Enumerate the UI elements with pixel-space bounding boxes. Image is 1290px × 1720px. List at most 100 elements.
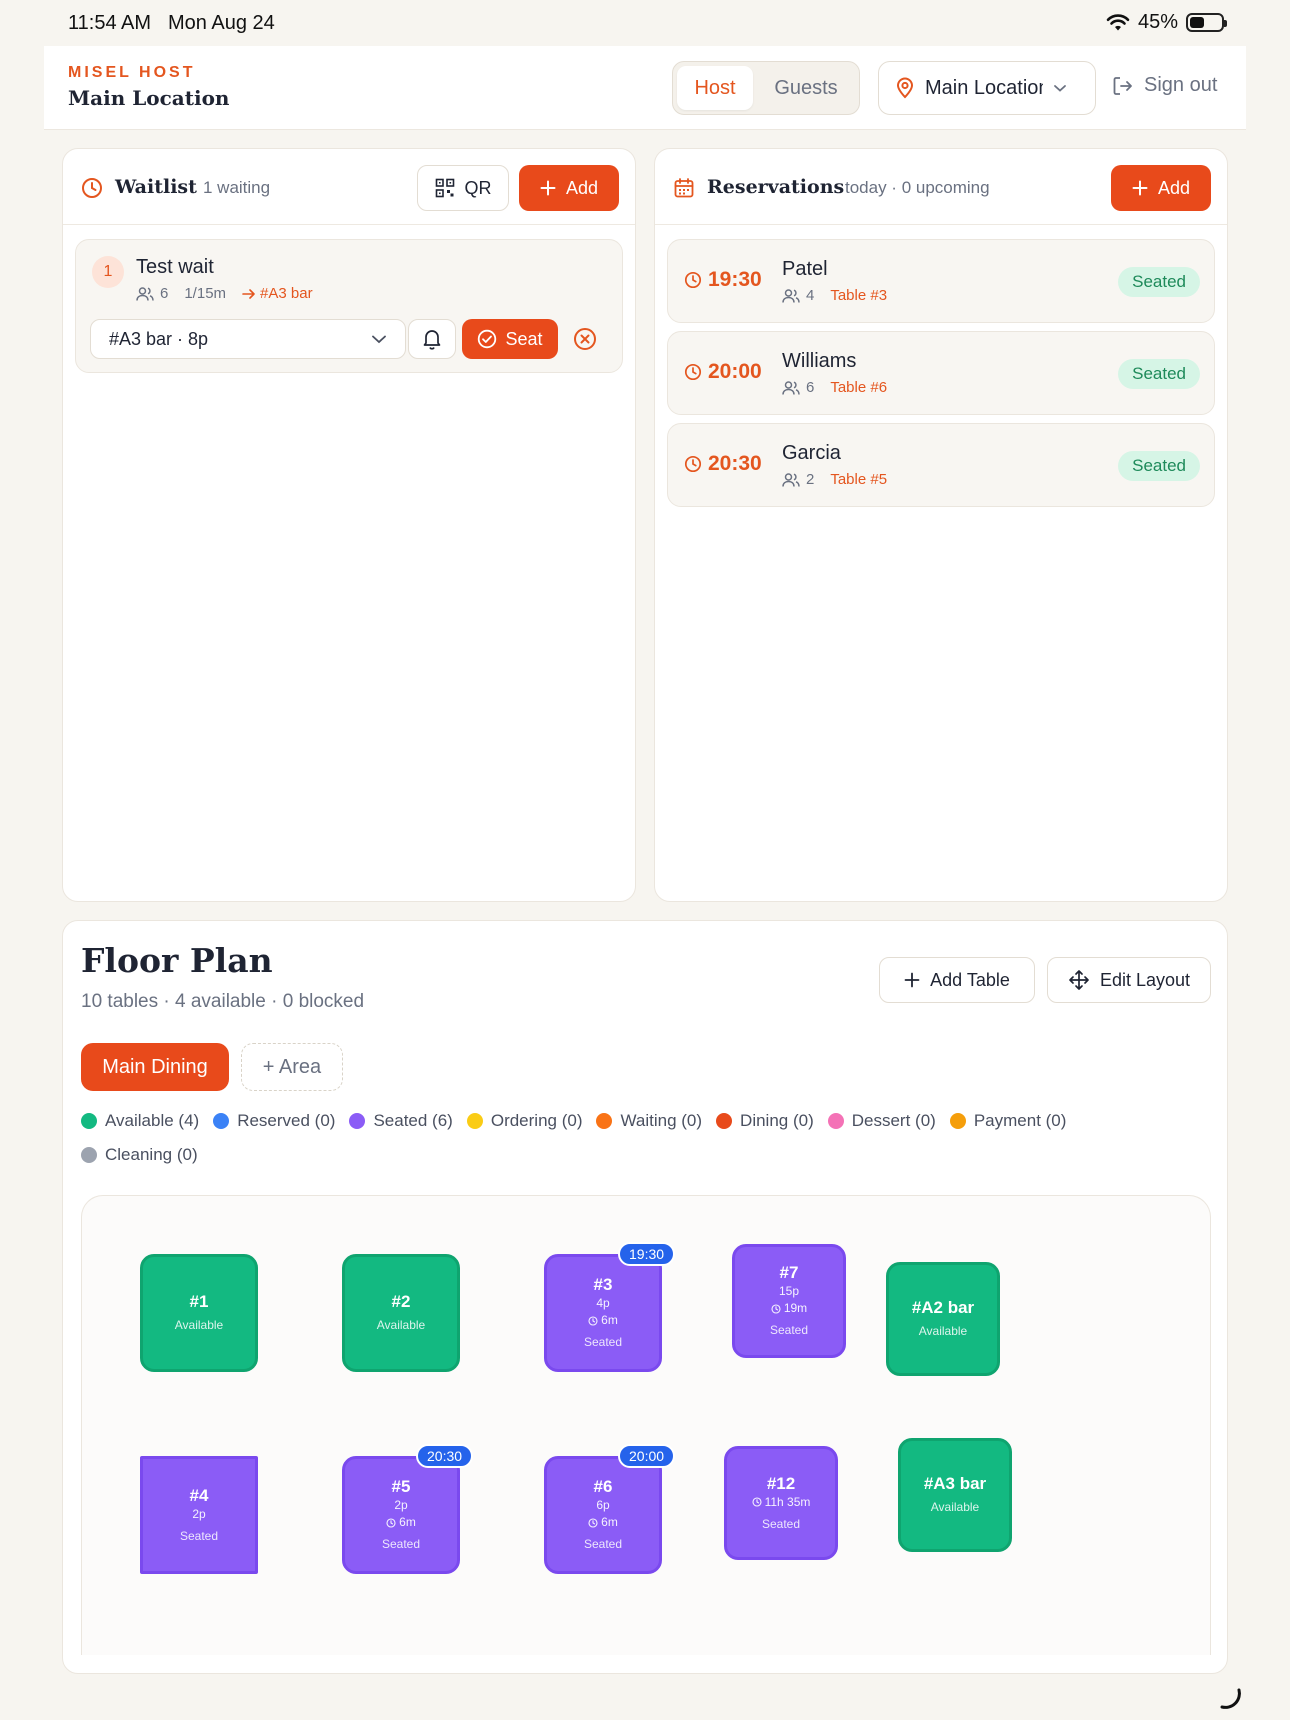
clock-icon — [588, 1517, 598, 1528]
table-name: #1 — [189, 1292, 209, 1311]
status-bar: 11:54 AM Mon Aug 24 45% — [0, 0, 1290, 46]
reservation-party-size: 2 — [806, 471, 815, 488]
reservations-header: Reservations today · 0 upcoming Add — [655, 149, 1227, 225]
loading-spinner-icon — [1218, 1686, 1244, 1712]
add-area-button[interactable]: + Area — [241, 1043, 343, 1091]
location-select[interactable]: Main Location — [878, 61, 1096, 115]
app-header: MISEL HOST Main Location Host Guests Mai… — [44, 46, 1246, 130]
legend-dot — [213, 1113, 230, 1129]
waitlist-count: 1 waiting — [203, 178, 271, 197]
floor-table[interactable]: #A2 bar Available — [886, 1262, 1000, 1376]
waitlist-assigned: #A3 bar — [242, 285, 313, 302]
table-seats: 15p — [778, 1284, 800, 1298]
view-toggle: Host Guests — [672, 61, 860, 115]
clock-icon — [386, 1517, 396, 1528]
reservation-guest-name: Williams — [782, 350, 857, 372]
floor-table[interactable]: #2 Available — [342, 1254, 460, 1372]
add-waitlist-button[interactable]: Add — [519, 165, 619, 211]
waitlist-meta: 6 1/15m #A3 bar — [136, 285, 313, 302]
table-name: #7 — [779, 1263, 799, 1282]
floor-table[interactable]: #4 2p Seated — [140, 1456, 258, 1574]
reservation-time: 20:30 — [684, 452, 762, 476]
floor-plan-canvas: #1 Available #2 Available #3 4p 6m Seated 19:30 #… — [81, 1195, 1211, 1655]
waitlist-guest-name: Test wait — [136, 256, 214, 278]
table-seats: 6p — [596, 1498, 610, 1512]
log-out-icon — [1112, 75, 1134, 97]
table-name: #12 — [766, 1473, 796, 1493]
legend-dot — [716, 1113, 733, 1129]
floor-table[interactable]: #3 4p 6m Seated — [544, 1254, 662, 1372]
add-table-button[interactable]: Add Table — [879, 957, 1035, 1003]
seat-button-label: Seat — [505, 328, 543, 349]
location-select-value: Main Location — [925, 76, 1043, 99]
table-name: #5 — [391, 1477, 411, 1496]
tab-guests[interactable]: Guests — [757, 66, 855, 110]
legend-item: Seated (6) — [349, 1111, 453, 1131]
reservation-time-value: 19:30 — [708, 268, 762, 291]
brand-name: MISEL HOST — [68, 64, 196, 81]
remove-waitlist-button[interactable] — [572, 326, 598, 352]
reservation-time-value: 20:00 — [708, 360, 762, 383]
reservation-item[interactable]: 20:30 Garcia 2 Table #5 Seated — [667, 423, 1215, 507]
legend-label: Waiting (0) — [620, 1111, 703, 1130]
table-status: Available — [376, 1318, 426, 1332]
table-elapsed-value: 6m — [601, 1313, 618, 1327]
legend-item: Payment (0) — [949, 1111, 1066, 1131]
reservation-item[interactable]: 19:30 Patel 4 Table #3 Seated — [667, 239, 1215, 323]
floor-plan-summary: 10 tables · 4 available · 0 blocked — [81, 991, 365, 1012]
table-elapsed-value: 6m — [399, 1515, 416, 1529]
calendar-icon — [673, 177, 695, 199]
legend-item: Cleaning (0) — [81, 1145, 198, 1165]
table-status: Seated — [179, 1528, 219, 1543]
legend-label: Ordering (0) — [490, 1111, 583, 1130]
area-tab-main-dining[interactable]: Main Dining — [81, 1043, 229, 1091]
tab-host[interactable]: Host — [677, 66, 753, 110]
seat-button[interactable]: Seat — [462, 319, 558, 359]
legend-item: Waiting (0) — [596, 1111, 702, 1131]
x-circle-icon — [572, 326, 598, 352]
table-name: #2 — [391, 1292, 411, 1311]
legend-dot — [81, 1147, 97, 1163]
table-status: Seated — [583, 1537, 623, 1551]
notify-button[interactable] — [408, 319, 456, 359]
legend-dot — [949, 1113, 966, 1129]
table-status: Seated — [381, 1537, 421, 1551]
reservation-time: 19:30 — [684, 268, 762, 292]
table-select[interactable]: #A3 bar · 8p — [90, 319, 406, 359]
wifi-icon — [1106, 13, 1130, 32]
add-table-label: Add Table — [930, 969, 1010, 990]
floor-table[interactable]: #5 2p 6m Seated — [342, 1456, 460, 1574]
table-name: #4 — [189, 1485, 209, 1505]
brand-location: Main Location — [68, 86, 230, 110]
floor-table[interactable]: #12 11h 35m Seated — [724, 1446, 838, 1560]
table-name: #A3 bar — [923, 1474, 987, 1493]
reservation-meta: 6 Table #6 — [782, 379, 887, 396]
reservation-meta: 4 Table #3 — [782, 287, 887, 304]
legend-item: Ordering (0) — [466, 1111, 583, 1131]
qr-button[interactable]: QR — [417, 165, 509, 211]
sign-out-button[interactable]: Sign out — [1112, 74, 1217, 97]
users-icon — [136, 286, 154, 302]
table-select-value: #A3 bar · 8p — [109, 328, 209, 349]
floor-table[interactable]: #7 15p 19m Seated — [732, 1244, 846, 1358]
reservation-item[interactable]: 20:00 Williams 6 Table #6 Seated — [667, 331, 1215, 415]
status-right: 45% — [1106, 11, 1227, 34]
edit-layout-button[interactable]: Edit Layout — [1047, 957, 1211, 1003]
floor-table[interactable]: #1 Available — [140, 1254, 258, 1372]
legend-dot — [466, 1113, 483, 1129]
table-elapsed: 19m — [771, 1300, 807, 1317]
users-icon — [782, 472, 800, 488]
legend-item: Available (4) — [81, 1111, 199, 1131]
legend-label: Dessert (0) — [851, 1111, 936, 1130]
table-elapsed: 6m — [588, 1312, 618, 1329]
table-status: Available — [918, 1324, 968, 1338]
floor-table[interactable]: #6 6p 6m Seated — [544, 1456, 662, 1574]
clock-icon — [684, 271, 702, 289]
floor-table[interactable]: #A3 bar Available — [898, 1438, 1012, 1552]
waitlist-assigned-table: #A3 bar — [260, 285, 313, 302]
add-reservation-button[interactable]: Add — [1111, 165, 1211, 211]
users-icon — [782, 288, 800, 304]
table-elapsed-value: 19m — [783, 1301, 808, 1315]
table-status: Seated — [769, 1323, 809, 1337]
reservation-time-badge: 19:30 — [618, 1242, 676, 1266]
